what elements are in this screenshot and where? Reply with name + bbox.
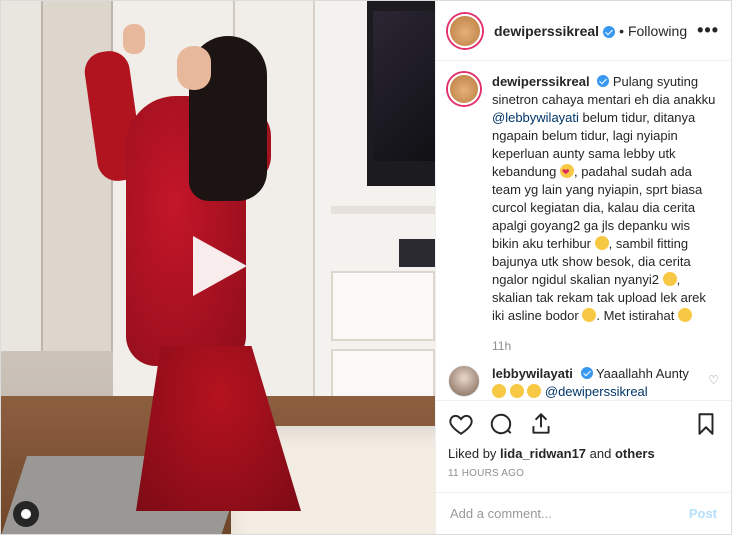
user-tag-icon[interactable] [13,501,39,527]
caption-time: 11h [492,339,512,353]
laugh-emoji-icon [509,384,524,398]
post-button[interactable]: Post [689,506,717,521]
scene-tv-screen [373,11,435,161]
verified-icon [580,367,593,379]
comment-body: Yaaallahh Aunty [595,366,689,381]
caption-avatar[interactable] [448,73,480,105]
comment-text: lebbywilayati Yaaallahh Aunty @dewiperss… [492,365,692,400]
verified-icon [597,75,610,87]
add-comment-bar: Post [436,492,731,534]
laugh-emoji-icon [492,384,506,398]
laugh-emoji-icon [662,272,677,286]
play-icon[interactable] [193,236,247,296]
caption-text: dewiperssikreal Pulang syuting sinetron … [492,73,719,325]
wink-emoji-icon [678,308,692,322]
scene-shelf [331,206,435,214]
post-timestamp[interactable]: 11 HOURS AGO [436,468,731,492]
share-icon[interactable] [528,411,554,437]
likes-conj: and [589,446,612,461]
comments-list[interactable]: dewiperssikreal Pulang syuting sinetron … [436,61,731,400]
caption-mention[interactable]: @lebbywilayati [492,110,579,125]
laugh-emoji-icon [527,384,542,398]
post-details-panel: dewiperssikreal • Following ••• dewipers… [435,1,731,534]
comment-row: lebbywilayati Yaaallahh Aunty @dewiperss… [448,365,719,400]
person-hand [123,24,145,54]
action-bar [436,400,731,446]
post-video[interactable] [1,1,435,534]
verified-icon [603,25,616,38]
caption-text-part: . Met istirahat [596,308,675,323]
caption: dewiperssikreal Pulang syuting sinetron … [448,73,719,325]
scene-door [1,1,43,351]
avatar[interactable] [448,13,482,48]
caption-username[interactable]: dewiperssikreal [492,74,590,89]
comment-like-heart-icon[interactable]: ♡ [708,373,719,400]
bookmark-icon[interactable] [693,411,719,437]
grin-emoji-icon [594,236,609,250]
comment-input[interactable] [450,506,689,521]
likes-summary: Liked by lida_ridwan17 and others [436,446,731,468]
heart-eyes-emoji-icon [559,163,574,181]
person-face [177,46,211,90]
avatar[interactable] [448,365,480,397]
comment-mention[interactable]: @dewiperssikreal [545,384,648,399]
post-modal: dewiperssikreal • Following ••• dewipers… [0,0,732,535]
following-button[interactable]: Following [628,23,687,39]
more-options-icon[interactable]: ••• [697,20,719,41]
separator-dot: • [619,22,624,39]
comment-icon[interactable] [488,411,514,437]
heart-icon[interactable] [448,411,474,437]
grin-emoji-icon [582,308,597,322]
likes-others-link[interactable]: others [615,446,655,461]
post-header: dewiperssikreal • Following ••• [436,1,731,61]
likes-user-link[interactable]: lida_ridwan17 [500,446,586,461]
comment-username[interactable]: lebbywilayati [492,366,573,381]
scene-device [399,239,435,267]
likes-prefix: Liked by [448,446,497,461]
header-username[interactable]: dewiperssikreal [494,23,599,39]
scene-drawer [331,271,435,341]
